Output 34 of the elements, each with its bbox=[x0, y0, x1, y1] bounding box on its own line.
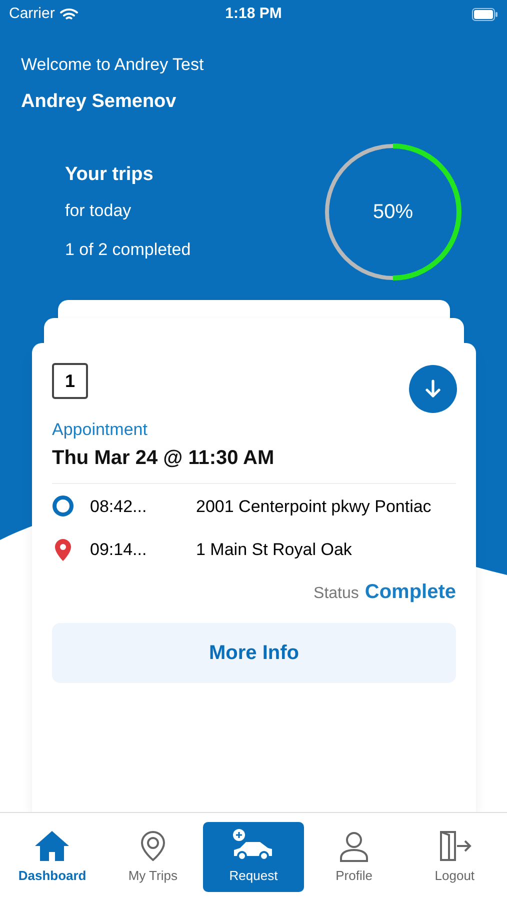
trips-completed: 1 of 2 completed bbox=[65, 239, 191, 262]
tab-bar-item[interactable]: Request bbox=[203, 822, 304, 892]
tab-bar-item[interactable]: Profile bbox=[304, 822, 404, 892]
wifi-icon bbox=[60, 8, 78, 20]
status-value: Complete bbox=[364, 580, 456, 604]
welcome-text: Welcome to Andrey Test bbox=[21, 54, 205, 76]
user-name: Andrey Semenov bbox=[21, 90, 178, 114]
more-info-button[interactable]: More Info bbox=[52, 622, 456, 682]
stop-address: 1 Main St Royal Oak bbox=[196, 539, 352, 561]
car-request-icon bbox=[232, 828, 274, 862]
status-time: 1:18 PM bbox=[225, 4, 282, 24]
tab-bar-item[interactable]: My Trips bbox=[102, 822, 204, 892]
appointment-datetime: Thu Mar 24 @ 11:30 AM bbox=[52, 446, 276, 470]
person-icon bbox=[338, 830, 370, 862]
carrier-label: Carrier bbox=[9, 4, 55, 24]
pickup-circle-icon bbox=[52, 495, 74, 518]
stop-address: 2001 Centerpoint pkwy Pontiac bbox=[196, 496, 432, 518]
progress-percent: 50% bbox=[372, 200, 414, 225]
tab-bar-item[interactable]: Dashboard bbox=[2, 822, 103, 892]
arrow-down-icon bbox=[424, 379, 442, 399]
location-pin-icon bbox=[140, 830, 166, 862]
tab-bar-item[interactable]: Logout bbox=[404, 822, 505, 892]
status-label: Status bbox=[314, 584, 359, 604]
home-icon bbox=[34, 830, 70, 862]
stop-time: 08:42... bbox=[90, 496, 148, 518]
trip-number: 1 bbox=[52, 363, 88, 399]
expand-button[interactable] bbox=[409, 365, 457, 413]
battery-icon bbox=[472, 8, 498, 20]
trips-subtitle: for today bbox=[65, 200, 132, 222]
appointment-label: Appointment bbox=[52, 419, 148, 441]
trips-title: Your trips bbox=[65, 163, 154, 188]
location-pin-icon bbox=[52, 538, 74, 562]
stop-time: 09:14... bbox=[90, 539, 148, 561]
door-exit-icon bbox=[438, 830, 472, 862]
